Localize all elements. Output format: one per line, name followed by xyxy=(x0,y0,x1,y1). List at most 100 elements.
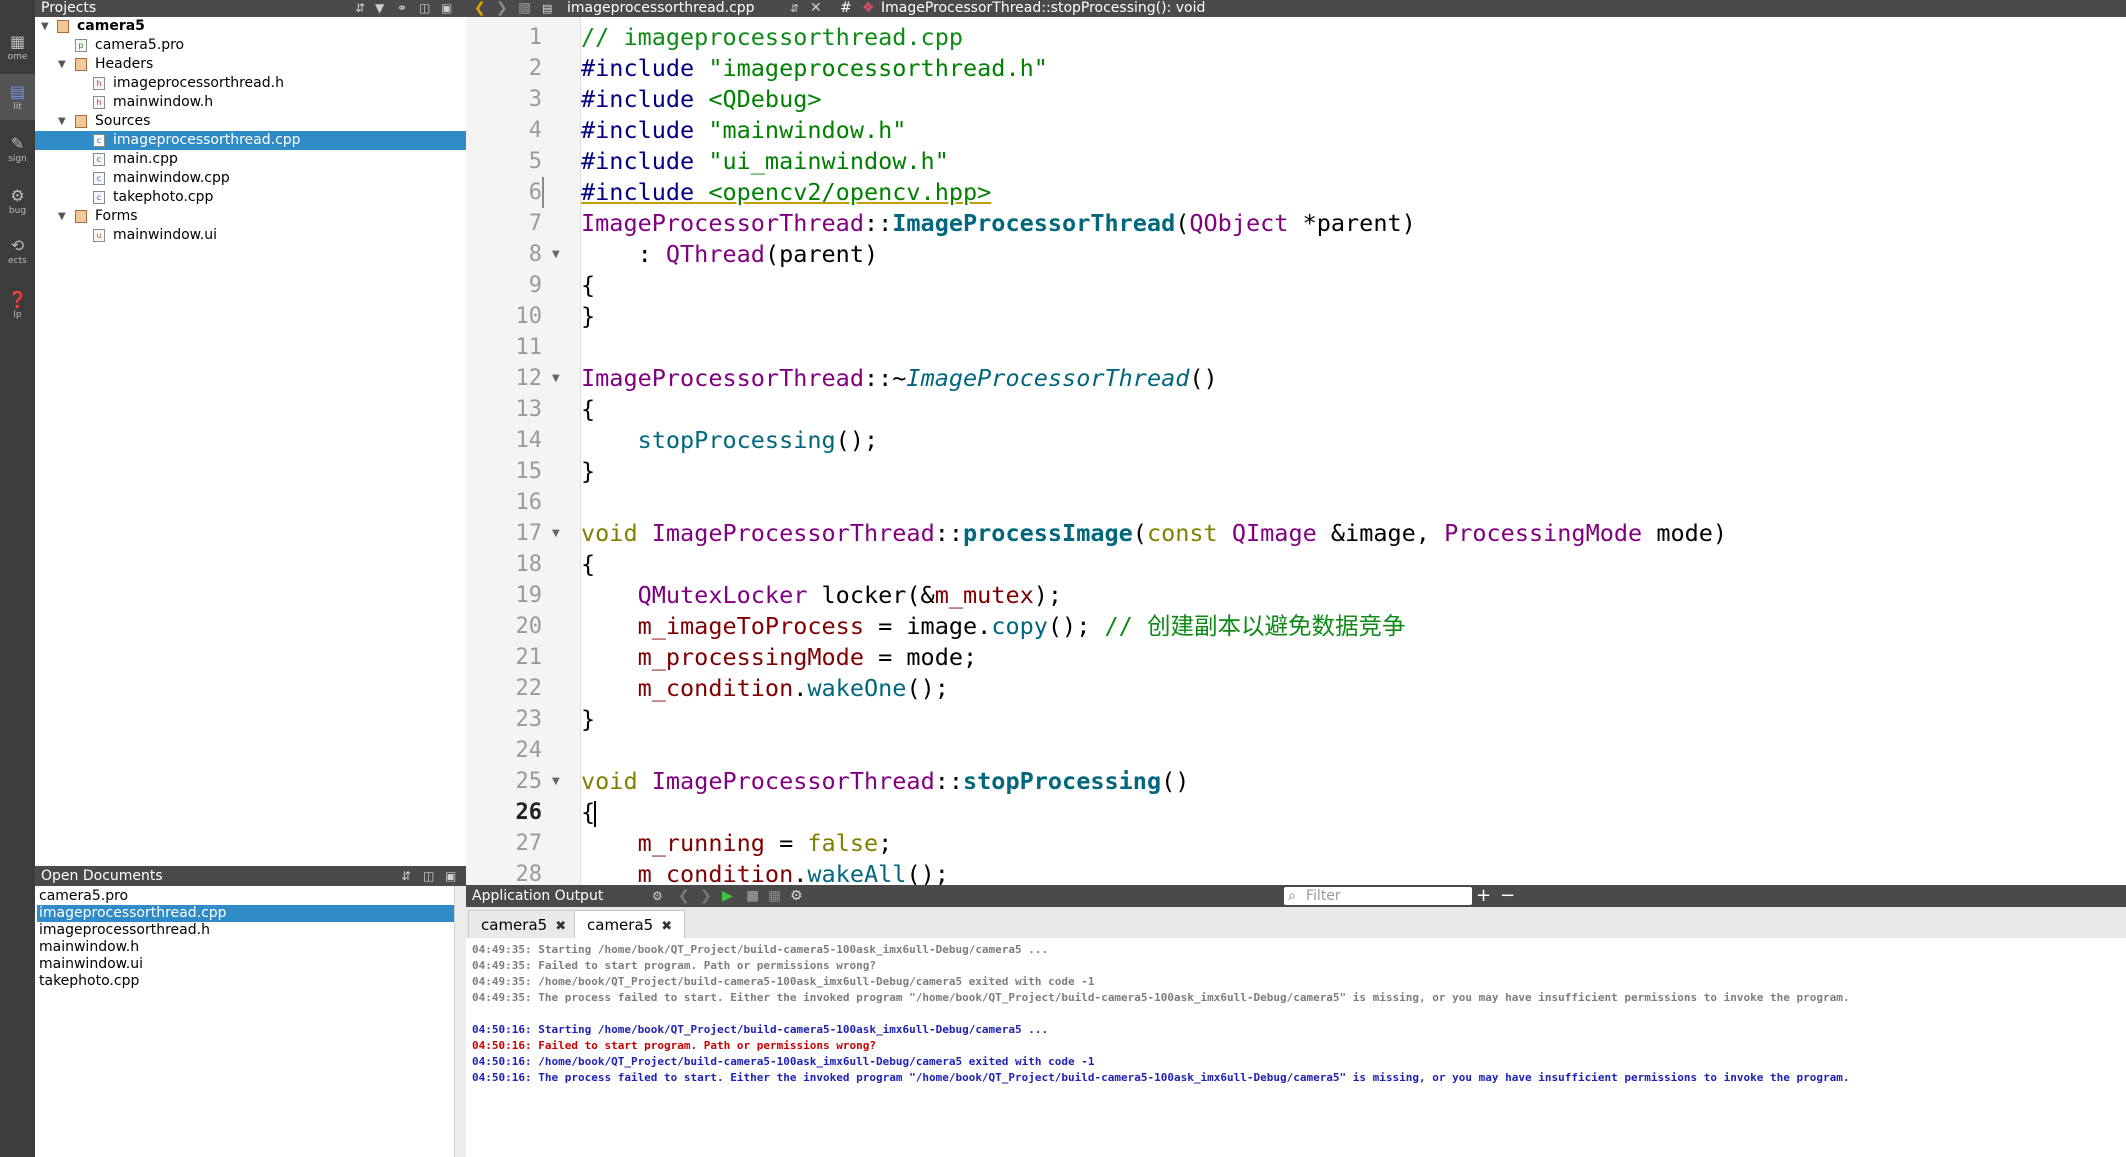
settings-icon[interactable]: ⚙ xyxy=(790,885,803,907)
fold-arrow-icon[interactable]: ▼ xyxy=(552,766,560,797)
close-file-icon[interactable]: ✕ xyxy=(810,0,822,17)
tree-item[interactable]: h imageprocessorthread.h xyxy=(35,74,466,93)
line-number: 13 xyxy=(515,397,543,422)
symbol-selector[interactable]: ImageProcessorThread::stopProcessing(): … xyxy=(881,0,1205,17)
line-number: 2 xyxy=(528,56,542,81)
close-icon[interactable]: ✖ xyxy=(555,919,566,934)
tree-item[interactable]: c mainwindow.cpp xyxy=(35,169,466,188)
line-number: 27 xyxy=(515,831,543,856)
expand-arrow-icon[interactable]: ▼ xyxy=(58,207,66,226)
fold-arrow-icon[interactable]: ▼ xyxy=(552,363,560,394)
projects-header: Projects ⇵ ▼ ⚭ ◫ ▣ xyxy=(35,0,466,17)
prev-icon[interactable]: ❮ xyxy=(678,885,690,907)
mode-edit[interactable]: ▤ lit xyxy=(0,74,35,120)
open-document-item-selected[interactable]: imageprocessorthread.cpp xyxy=(37,905,454,922)
mode-design[interactable]: ✎ sign xyxy=(0,126,35,172)
link-icon[interactable]: ⚭ xyxy=(397,0,407,17)
next-icon[interactable]: ❯ xyxy=(700,885,712,907)
code-line: } xyxy=(581,705,596,733)
code-editor[interactable]: 1 2 3 4 5 6 7 8 9 10 11 12 13 14 15 16 1… xyxy=(466,17,2126,885)
folder-icon xyxy=(75,58,87,71)
line-number: 10 xyxy=(515,304,543,329)
back-arrow-icon[interactable]: ❮ xyxy=(474,0,486,17)
mode-help[interactable]: ❓ lp xyxy=(0,282,35,328)
code-line: void ImageProcessorThread::stopProcessin… xyxy=(581,767,1190,795)
tree-item[interactable]: ▼ Forms xyxy=(35,207,466,226)
tree-item-label: imageprocessorthread.cpp xyxy=(113,132,301,148)
zoom-out-icon[interactable]: − xyxy=(1500,885,1515,907)
fold-arrow-icon[interactable]: ▼ xyxy=(552,239,560,270)
fold-arrow-icon[interactable]: ▼ xyxy=(552,518,560,549)
line-number: 17 xyxy=(515,521,543,546)
open-document-item[interactable]: imageprocessorthread.h xyxy=(37,922,454,939)
cpp-file-icon: c xyxy=(93,134,105,147)
search-icon: ⌕ xyxy=(1288,888,1296,904)
line-number: 25 xyxy=(515,769,543,794)
tree-item-label: takephoto.cpp xyxy=(113,189,214,205)
header-file-icon: h xyxy=(93,77,105,90)
open-document-item[interactable]: takephoto.cpp xyxy=(37,973,454,990)
code-line: } xyxy=(581,457,596,485)
hash-label[interactable]: # xyxy=(840,0,852,17)
output-tab[interactable]: camera5 ✖ xyxy=(468,910,580,938)
tree-item[interactable]: h mainwindow.h xyxy=(35,93,466,112)
tab-label: camera5 xyxy=(481,916,548,934)
line-number-gutter: 1 2 3 4 5 6 7 8 9 10 11 12 13 14 15 16 1… xyxy=(466,17,581,885)
open-document-item[interactable]: mainwindow.ui xyxy=(37,956,454,973)
tab-label: camera5 xyxy=(587,916,654,934)
open-documents-list: camera5.pro imageprocessorthread.cpp ima… xyxy=(35,886,467,1157)
mode-projects[interactable]: ⟲ ects xyxy=(0,228,35,274)
attach-icon[interactable]: ⚙ xyxy=(652,885,663,907)
tree-item-label: main.cpp xyxy=(113,151,178,167)
open-document-item[interactable]: camera5.pro xyxy=(37,888,454,905)
mode-debug[interactable]: ⚙ bug xyxy=(0,178,35,224)
tree-item[interactable]: ▼ camera5 xyxy=(35,17,466,36)
tree-item[interactable]: ▼ Headers xyxy=(35,55,466,74)
mode-bar: ▦ ome ▤ lit ✎ sign ⚙ bug ⟲ ects ❓ lp xyxy=(0,0,35,1157)
tree-item[interactable]: c takephoto.cpp xyxy=(35,188,466,207)
open-document-item[interactable]: mainwindow.h xyxy=(37,939,454,956)
output-console[interactable]: 04:49:35: Starting /home/book/QT_Project… xyxy=(466,938,2126,1157)
current-file-name[interactable]: imageprocessorthread.cpp xyxy=(567,0,755,17)
stop-icon[interactable]: ■ xyxy=(746,885,759,907)
code-line: m_processingMode = mode; xyxy=(637,643,978,671)
clear-icon[interactable]: ▦ xyxy=(768,885,781,907)
split-icon[interactable]: ◫ xyxy=(419,0,430,17)
tree-item-label: Headers xyxy=(95,56,154,72)
filter-icon[interactable]: ▼ xyxy=(375,0,384,17)
filter-input[interactable]: ⌕ Filter xyxy=(1284,887,1472,905)
split-icon[interactable]: ◫ xyxy=(423,866,434,886)
line-number: 6 xyxy=(528,180,542,205)
expand-arrow-icon[interactable]: ▼ xyxy=(58,55,66,74)
grid-icon: ▦ xyxy=(9,32,26,51)
tree-item[interactable]: ▼ Sources xyxy=(35,112,466,131)
tree-item[interactable]: u mainwindow.ui xyxy=(35,226,466,245)
line-number: 11 xyxy=(515,335,543,360)
mode-welcome[interactable]: ▦ ome xyxy=(0,24,35,70)
line-number: 24 xyxy=(515,738,543,763)
output-line: 04:49:35: Starting /home/book/QT_Project… xyxy=(472,943,1049,956)
tree-item[interactable]: c main.cpp xyxy=(35,150,466,169)
updown-icon[interactable]: ⇵ xyxy=(355,0,365,17)
forward-arrow-icon[interactable]: ❯ xyxy=(496,0,508,17)
close-icon[interactable]: ✖ xyxy=(661,919,672,934)
run-icon[interactable]: ▶ xyxy=(722,885,733,907)
expand-arrow-icon[interactable]: ▼ xyxy=(58,112,66,131)
open-documents-title: Open Documents xyxy=(41,868,163,884)
zoom-in-icon[interactable]: + xyxy=(1476,885,1491,907)
close-pane-icon[interactable]: ▣ xyxy=(441,0,452,17)
expand-arrow-icon[interactable]: ▼ xyxy=(41,17,49,36)
mode-label: sign xyxy=(8,154,27,164)
line-number: 21 xyxy=(515,645,543,670)
updown-icon[interactable]: ⇵ xyxy=(401,866,411,886)
tree-item-selected[interactable]: c imageprocessorthread.cpp xyxy=(35,131,466,150)
close-pane-icon[interactable]: ▣ xyxy=(445,866,456,886)
updown-icon[interactable]: ⇵ xyxy=(790,0,799,17)
output-tab-active[interactable]: camera5 ✖ xyxy=(574,910,686,939)
cpp-file-icon: c xyxy=(93,153,105,166)
design-icon: ✎ xyxy=(10,134,25,153)
tree-item[interactable]: p camera5.pro xyxy=(35,36,466,55)
bug-icon: ⚙ xyxy=(10,186,25,205)
output-header: Application Output ⚙ ❮ ❯ ▶ ■ ▦ ⚙ ⌕ Filte… xyxy=(466,885,2126,907)
line-number: 19 xyxy=(515,583,543,608)
